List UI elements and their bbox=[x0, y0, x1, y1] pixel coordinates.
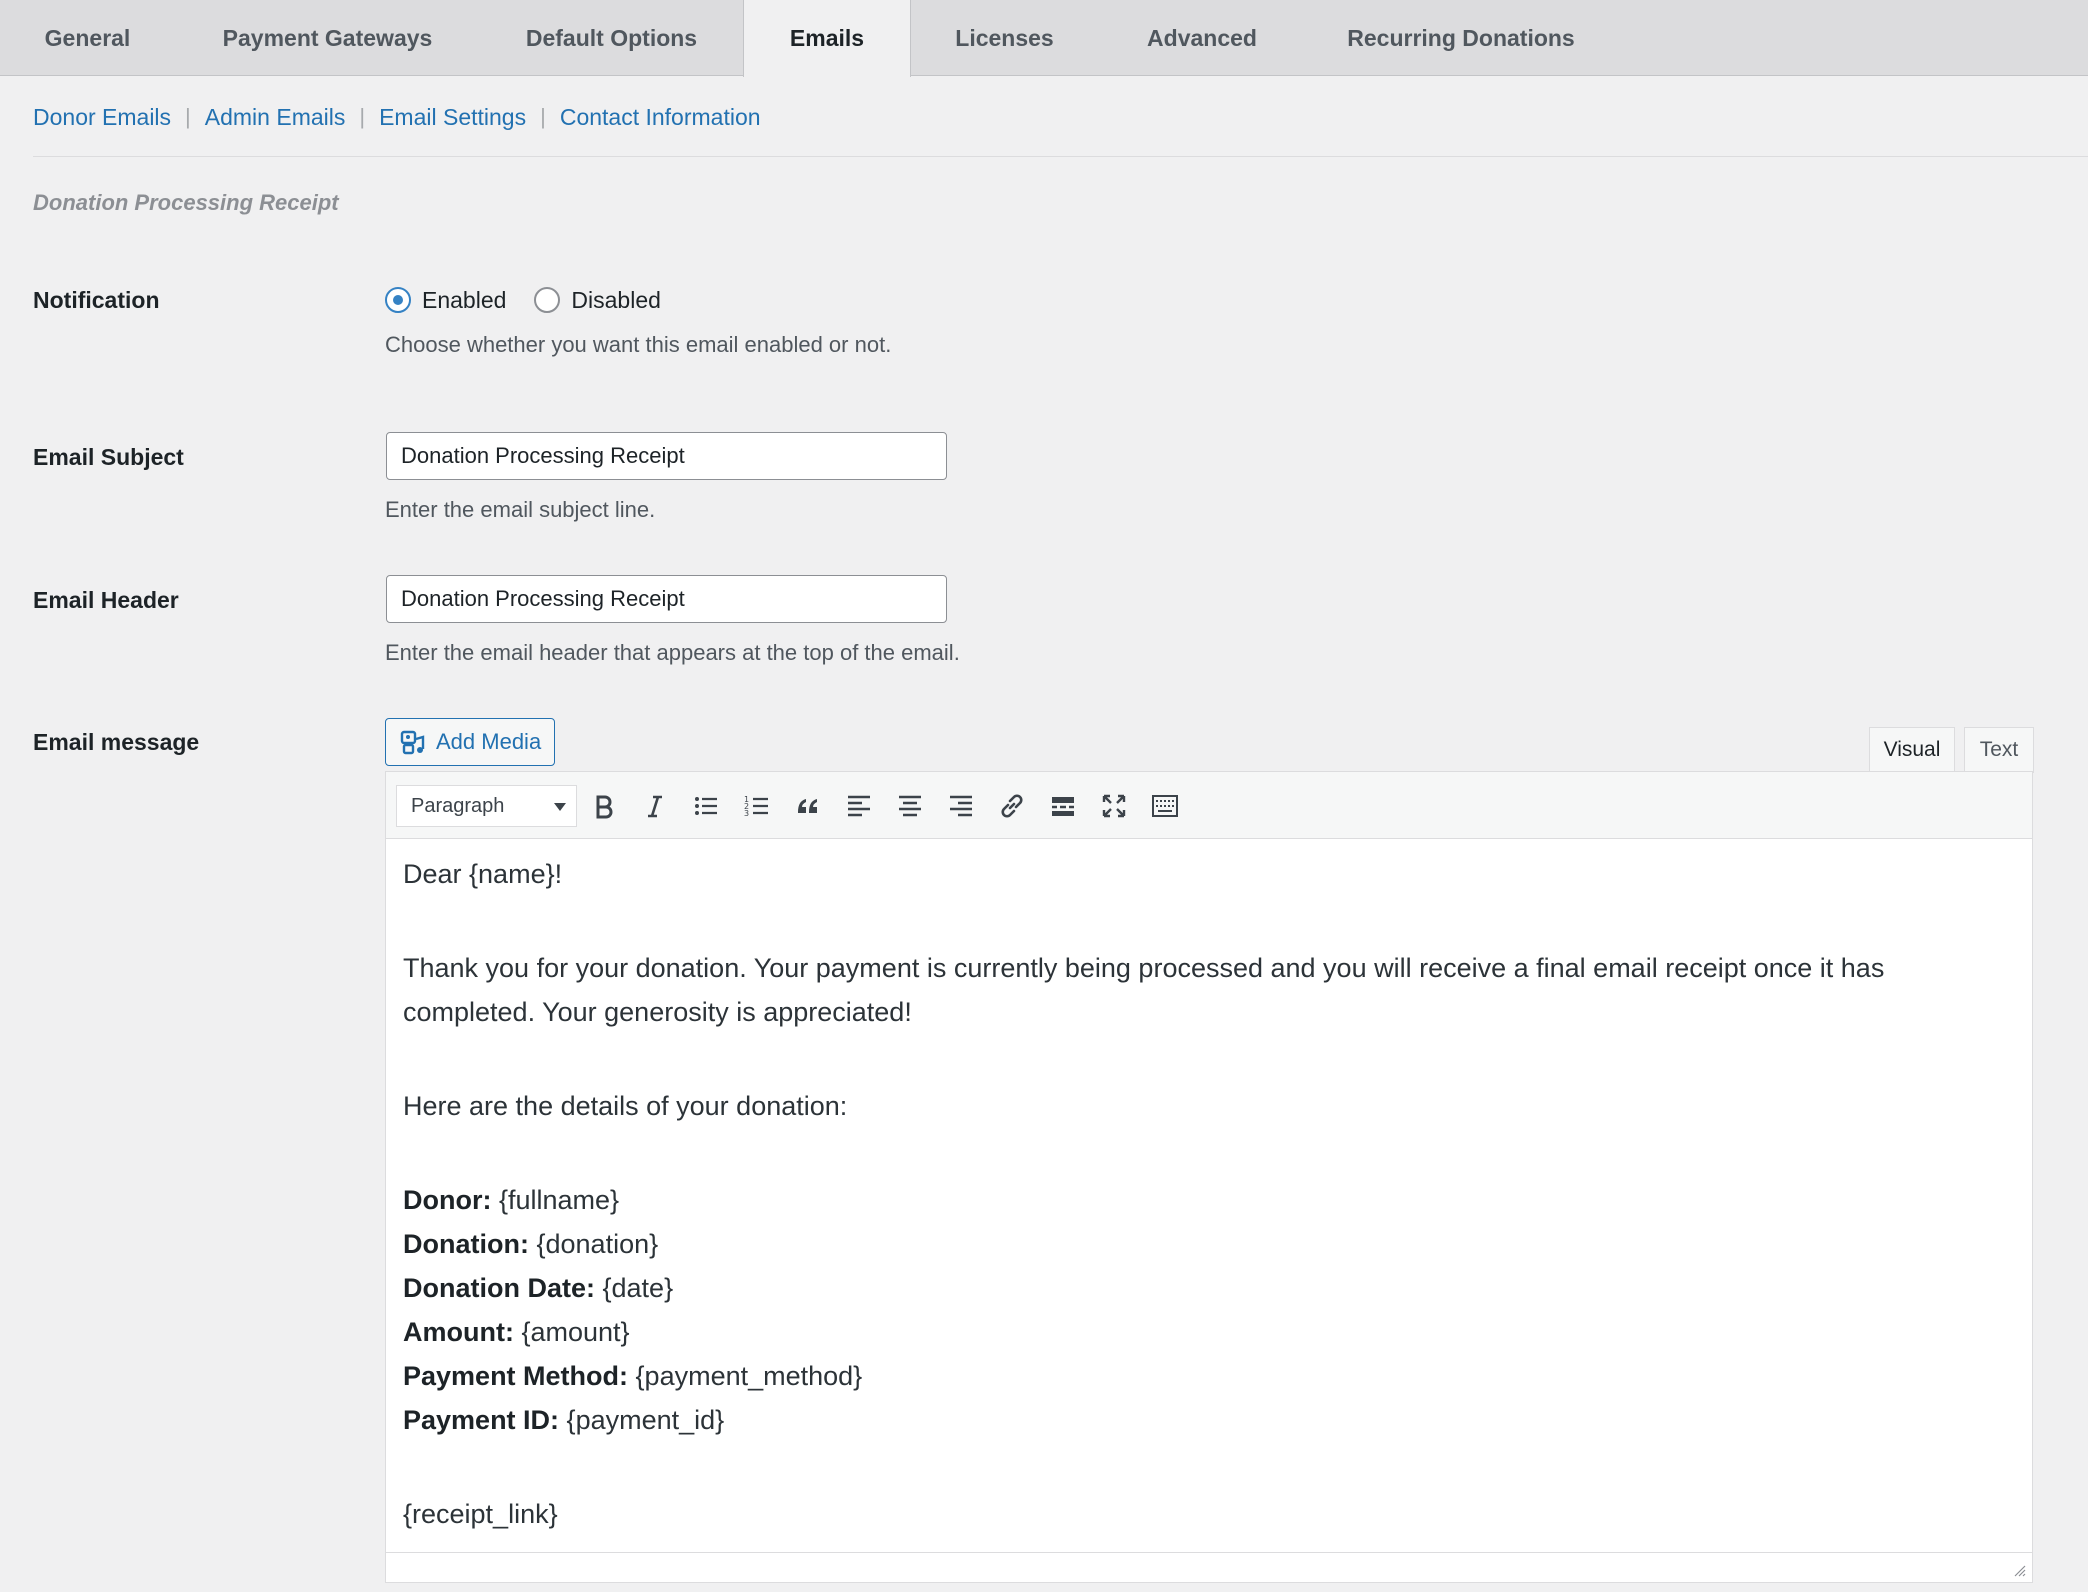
editor-toolbar: Paragraph 123 bbox=[386, 772, 2032, 839]
align-center-icon[interactable] bbox=[890, 786, 930, 826]
editor-tab-visual[interactable]: Visual bbox=[1869, 727, 1955, 773]
editor-statusbar bbox=[386, 1552, 2032, 1582]
detail-label: Payment ID: bbox=[403, 1405, 560, 1435]
radio-disabled-label[interactable]: Disabled bbox=[571, 287, 661, 314]
detail-value: {donation} bbox=[528, 1229, 659, 1259]
body-paragraph: Thank you for your donation. Your paymen… bbox=[403, 953, 1885, 1027]
subnav-email-settings[interactable]: Email Settings bbox=[379, 104, 526, 131]
subnav-separator: | bbox=[185, 104, 191, 129]
resize-handle-icon[interactable] bbox=[2010, 1561, 2026, 1577]
greeting-text: Dear {name}! bbox=[403, 859, 563, 889]
svg-text:3: 3 bbox=[744, 809, 749, 818]
subnav-donor-emails[interactable]: Donor Emails bbox=[33, 104, 171, 131]
detail-label: Donation Date: bbox=[403, 1273, 595, 1303]
tab-advanced[interactable]: Advanced bbox=[1098, 0, 1306, 76]
section-title: Donation Processing Receipt bbox=[33, 190, 339, 215]
email-header-description: Enter the email header that appears at t… bbox=[385, 640, 960, 665]
subnav-contact-information[interactable]: Contact Information bbox=[560, 104, 761, 131]
rich-text-editor: Paragraph 123 Dear {name}! Thank you for… bbox=[385, 771, 2033, 1583]
divider bbox=[33, 156, 2088, 157]
editor-tab-text[interactable]: Text bbox=[1964, 727, 2034, 773]
email-subject-input[interactable] bbox=[386, 432, 947, 480]
details-intro: Here are the details of your donation: bbox=[403, 1091, 848, 1121]
tab-payment-gateways[interactable]: Payment Gateways bbox=[175, 0, 480, 76]
editor-content[interactable]: Dear {name}! Thank you for your donation… bbox=[403, 852, 2003, 1536]
add-media-button[interactable]: Add Media bbox=[385, 718, 555, 766]
subnav-separator: | bbox=[540, 104, 546, 129]
format-select-value: Paragraph bbox=[411, 794, 505, 817]
tab-default-options[interactable]: Default Options bbox=[480, 0, 743, 76]
italic-icon[interactable] bbox=[635, 786, 675, 826]
tab-licenses[interactable]: Licenses bbox=[911, 0, 1098, 76]
email-subject-description: Enter the email subject line. bbox=[385, 497, 656, 522]
bold-icon[interactable] bbox=[584, 786, 624, 826]
tab-general[interactable]: General bbox=[0, 0, 175, 76]
add-media-label: Add Media bbox=[436, 729, 542, 754]
detail-value: {fullname} bbox=[491, 1185, 620, 1215]
format-select[interactable]: Paragraph bbox=[396, 785, 577, 827]
detail-value: {date} bbox=[595, 1273, 674, 1303]
notification-description: Choose whether you want this email enabl… bbox=[385, 332, 892, 357]
radio-disabled[interactable] bbox=[534, 287, 561, 313]
email-header-label: Email Header bbox=[33, 587, 179, 613]
tab-emails[interactable]: Emails bbox=[743, 0, 911, 77]
detail-value: {amount} bbox=[513, 1317, 630, 1347]
blockquote-icon[interactable] bbox=[788, 786, 828, 826]
detail-value: {payment_id} bbox=[559, 1405, 725, 1435]
radio-enabled-label[interactable]: Enabled bbox=[422, 287, 506, 314]
detail-value: {payment_method} bbox=[628, 1361, 863, 1391]
fullscreen-icon[interactable] bbox=[1094, 786, 1134, 826]
subnav-admin-emails[interactable]: Admin Emails bbox=[205, 104, 346, 131]
bulleted-list-icon[interactable] bbox=[686, 786, 726, 826]
detail-label: Donation: bbox=[403, 1229, 529, 1259]
detail-label: Payment Method: bbox=[403, 1361, 629, 1391]
link-icon[interactable] bbox=[992, 786, 1032, 826]
align-left-icon[interactable] bbox=[839, 786, 879, 826]
subnav-separator: | bbox=[359, 104, 366, 129]
toolbar-toggle-icon[interactable] bbox=[1145, 786, 1185, 826]
detail-label: Amount: bbox=[403, 1317, 514, 1347]
settings-tab-bar: General Payment Gateways Default Options… bbox=[0, 0, 2088, 77]
read-more-icon[interactable] bbox=[1043, 786, 1083, 826]
detail-label: Donor: bbox=[403, 1185, 492, 1215]
detail-line: Donation: {donation} bbox=[403, 1222, 2003, 1266]
detail-line: Amount: {amount} bbox=[403, 1310, 2003, 1354]
detail-line: Payment ID: {payment_id} bbox=[403, 1398, 2003, 1442]
email-header-input[interactable] bbox=[386, 575, 947, 623]
email-message-label: Email message bbox=[33, 729, 200, 755]
numbered-list-icon[interactable]: 123 bbox=[737, 786, 777, 826]
email-subnav: Donor Emails | Admin Emails | Email Sett… bbox=[33, 98, 761, 136]
notification-label: Notification bbox=[33, 287, 160, 313]
detail-line: Payment Method: {payment_method} bbox=[403, 1354, 2003, 1398]
email-subject-label: Email Subject bbox=[33, 444, 184, 470]
receipt-link-tag: {receipt_link} bbox=[403, 1499, 558, 1529]
add-media-icon bbox=[400, 729, 426, 755]
notification-radio-group: Enabled Disabled bbox=[385, 283, 689, 317]
chevron-down-icon bbox=[554, 803, 566, 811]
detail-line: Donation Date: {date} bbox=[403, 1266, 2003, 1310]
detail-line: Donor: {fullname} bbox=[403, 1178, 2003, 1222]
tab-recurring-donations[interactable]: Recurring Donations bbox=[1306, 0, 1616, 76]
align-right-icon[interactable] bbox=[941, 786, 981, 826]
radio-enabled[interactable] bbox=[385, 287, 411, 313]
